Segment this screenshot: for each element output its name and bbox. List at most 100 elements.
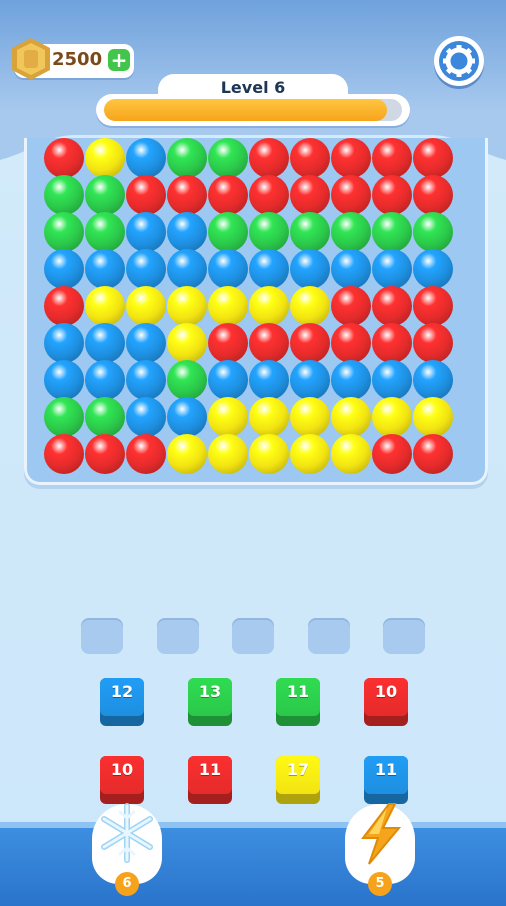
number-block-red[interactable]: 10	[100, 756, 144, 804]
ball-red	[372, 323, 412, 363]
number-block-red[interactable]: 11	[188, 756, 232, 804]
ball-red	[413, 323, 453, 363]
ball-blue	[208, 360, 248, 400]
ball-red	[126, 175, 166, 215]
ball-green	[85, 212, 125, 252]
empty-slot	[383, 618, 425, 654]
ball-red	[372, 175, 412, 215]
ball-yellow	[249, 397, 289, 437]
ball-red	[372, 286, 412, 326]
ball-green	[44, 397, 84, 437]
ball-yellow	[208, 286, 248, 326]
progress-fill	[104, 99, 388, 121]
block-count: 11	[286, 682, 310, 701]
empty-slot	[81, 618, 123, 654]
ball-red	[290, 175, 330, 215]
ball-yellow	[85, 138, 125, 178]
ball-red	[249, 323, 289, 363]
block-count: 17	[286, 760, 310, 779]
ball-yellow	[126, 286, 166, 326]
empty-slot	[232, 618, 274, 654]
ball-blue	[413, 360, 453, 400]
ball-blue	[372, 360, 412, 400]
ball-yellow	[167, 286, 207, 326]
ball-yellow	[331, 434, 371, 474]
ball-red	[290, 323, 330, 363]
ball-red	[372, 434, 412, 474]
ball-red	[331, 286, 371, 326]
number-block-green[interactable]: 11	[276, 678, 320, 726]
block-count: 13	[198, 682, 222, 701]
progress-track	[104, 99, 402, 121]
ball-blue	[413, 249, 453, 289]
ball-red	[167, 175, 207, 215]
ball-green	[331, 212, 371, 252]
ball-blue	[126, 323, 166, 363]
number-block-green[interactable]: 13	[188, 678, 232, 726]
ball-red	[372, 138, 412, 178]
ball-red	[208, 323, 248, 363]
ball-yellow	[249, 286, 289, 326]
ball-green	[208, 212, 248, 252]
ball-yellow	[85, 286, 125, 326]
block-count: 10	[374, 682, 398, 701]
settings-button[interactable]	[434, 36, 484, 86]
number-block-red[interactable]: 10	[364, 678, 408, 726]
ball-red	[249, 175, 289, 215]
freeze-count: 6	[115, 872, 139, 896]
ball-yellow	[290, 286, 330, 326]
ball-blue	[126, 138, 166, 178]
gear-icon	[439, 41, 479, 81]
block-count: 12	[110, 682, 134, 701]
ball-red	[331, 138, 371, 178]
ball-red	[249, 138, 289, 178]
ball-red	[126, 434, 166, 474]
number-block-yellow[interactable]: 17	[276, 756, 320, 804]
ball-blue	[126, 360, 166, 400]
add-coins-button[interactable]: +	[108, 49, 130, 71]
ball-blue	[249, 360, 289, 400]
ball-blue	[249, 249, 289, 289]
ball-green	[290, 212, 330, 252]
level-progress-bar	[96, 94, 410, 126]
snowflake-icon	[101, 803, 153, 863]
ball-blue	[290, 249, 330, 289]
block-count: 10	[110, 760, 134, 779]
ball-blue	[126, 249, 166, 289]
ball-yellow	[413, 397, 453, 437]
lightning-count: 5	[368, 872, 392, 896]
empty-slot	[307, 618, 350, 654]
ball-red	[413, 138, 453, 178]
ball-blue	[331, 360, 371, 400]
ball-green	[44, 212, 84, 252]
ball-green	[372, 212, 412, 252]
ball-red	[331, 175, 371, 215]
ball-green	[85, 175, 125, 215]
ball-red	[290, 138, 330, 178]
ball-blue	[167, 249, 207, 289]
ball-yellow	[290, 397, 330, 437]
ball-blue	[44, 323, 84, 363]
ball-blue	[372, 249, 412, 289]
ball-yellow	[167, 323, 207, 363]
block-count: 11	[374, 760, 398, 779]
ball-red	[331, 323, 371, 363]
ball-blue	[208, 249, 248, 289]
empty-slot	[156, 618, 199, 654]
ball-red	[85, 434, 125, 474]
ball-red	[413, 434, 453, 474]
ball-red	[44, 286, 84, 326]
block-count: 11	[198, 760, 222, 779]
ball-blue	[44, 360, 84, 400]
booster-bar	[0, 822, 506, 906]
ball-yellow	[208, 434, 248, 474]
ball-blue	[44, 249, 84, 289]
ball-green	[167, 360, 207, 400]
number-block-blue[interactable]: 11	[364, 756, 408, 804]
ball-yellow	[372, 397, 412, 437]
coin-amount: 2500	[52, 49, 103, 70]
ball-green	[44, 175, 84, 215]
number-block-blue[interactable]: 12	[100, 678, 144, 726]
ball-blue	[85, 360, 125, 400]
ball-blue	[290, 360, 330, 400]
